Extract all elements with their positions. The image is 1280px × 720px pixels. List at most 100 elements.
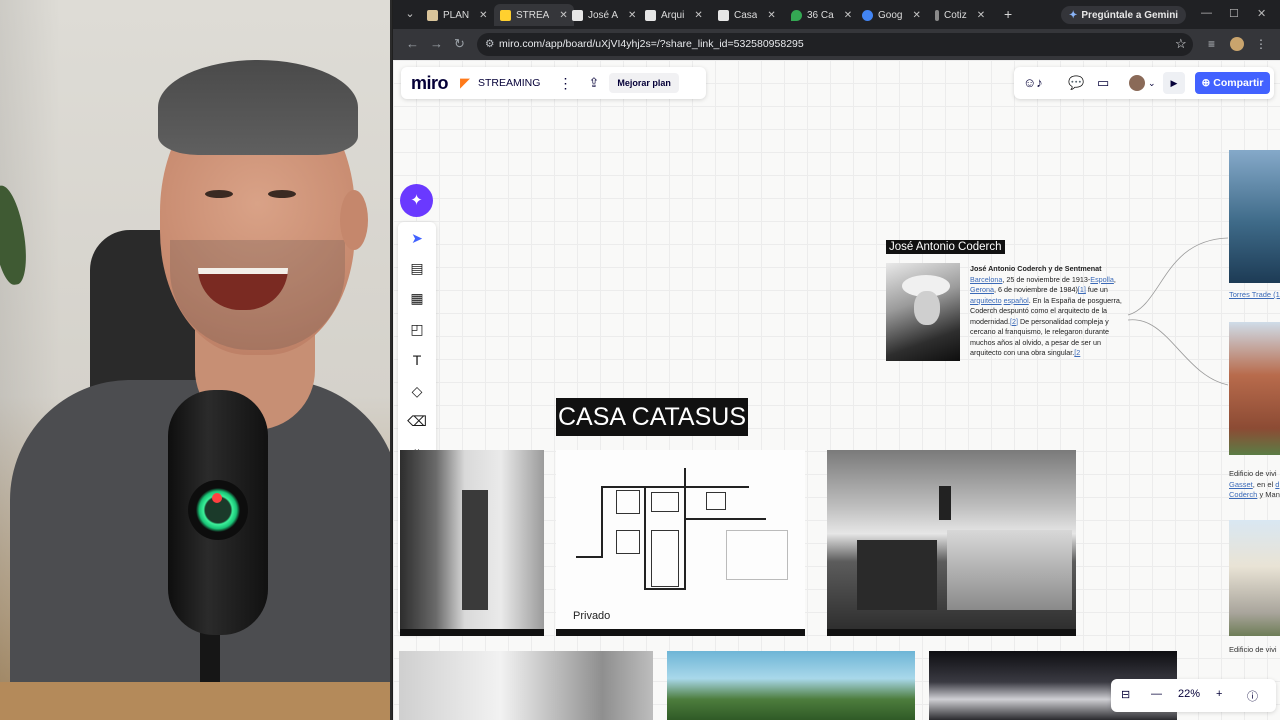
minimize-icon[interactable]: — [1201, 7, 1212, 19]
url-field[interactable]: ⚙ miro.com/app/board/uXjVI4yhj2s=/?share_… [477, 33, 1193, 56]
zoom-controls: ⊟ — 22% + ⓘ [1111, 679, 1276, 712]
close-tab-icon[interactable]: ✕ [628, 10, 636, 21]
close-tab-icon[interactable]: ✕ [977, 10, 985, 21]
tab-6[interactable]: 36 Ca ✕ [791, 4, 852, 26]
tab-label: José A [588, 9, 619, 21]
bio-text: , 25 de noviembre de 1913- [1002, 274, 1091, 284]
bio-ref-3[interactable]: [2 [1074, 348, 1080, 357]
zoom-out-button[interactable]: — [1151, 688, 1162, 700]
coderch-bio[interactable]: José Antonio Coderch y de Sentmenat Barc… [970, 264, 1125, 359]
coderch-title[interactable]: José Antonio Coderch [886, 240, 1005, 254]
help-icon[interactable]: ⓘ [1247, 688, 1258, 704]
fit-to-screen-icon[interactable]: ⊟ [1121, 688, 1130, 701]
close-tab-icon[interactable]: ✕ [844, 10, 852, 21]
edificio-caption-line: Edificio de vivi [1229, 469, 1277, 478]
plan-wall [644, 486, 646, 589]
chevron-down-icon[interactable]: ⌄ [1148, 78, 1156, 89]
catasus-interior-photo[interactable] [400, 450, 544, 636]
tab-search-icon[interactable]: ⌄ [402, 6, 418, 22]
coderch-link[interactable]: Coderch [1229, 490, 1257, 499]
bio-text: , 6 de noviembre de 1984) [993, 285, 1078, 294]
video-call-icon[interactable]: ▭ [1097, 75, 1109, 91]
plan-room [616, 490, 640, 514]
bio-text: , [1113, 274, 1116, 284]
comments-icon[interactable]: 💬 [1068, 75, 1084, 91]
house-photo-garden[interactable] [667, 651, 915, 720]
ai-assistant-button[interactable]: ✦ [400, 184, 433, 217]
photo-chimney [939, 486, 951, 520]
tab-1[interactable]: PLAN ✕ [427, 4, 488, 26]
close-tab-icon[interactable]: ✕ [912, 10, 920, 21]
user-avatar[interactable] [1129, 75, 1145, 91]
coderch-portrait[interactable] [886, 263, 960, 361]
upgrade-plan-button[interactable]: Mejorar plan [609, 73, 679, 93]
bio-ref-2[interactable]: [2] [1010, 317, 1018, 326]
catasus-exterior-photo[interactable] [827, 450, 1076, 636]
close-tab-icon[interactable]: ✕ [479, 10, 487, 21]
plan-caption-bar [556, 629, 805, 636]
gasset-link[interactable]: Gasset [1229, 480, 1253, 489]
sticky-note-tool-icon[interactable]: ◰ [398, 321, 436, 338]
mic-mute-led [212, 493, 222, 503]
tab-8[interactable]: Cotiz ✕ [935, 4, 985, 26]
bio-link-barcelona[interactable]: Barcelona [970, 275, 1002, 284]
bio-link-espanol[interactable]: español [1004, 296, 1029, 305]
export-icon[interactable]: ⇪ [588, 75, 599, 91]
edificio-viviendas-photo-2[interactable] [1229, 520, 1280, 636]
bio-ref-1[interactable]: [1] [1078, 285, 1086, 294]
house-photo-bw[interactable] [399, 651, 653, 720]
bio-link-espolla[interactable]: Espolla [1090, 275, 1114, 284]
templates-tool-icon[interactable]: ▦ [398, 290, 436, 307]
miro-logo[interactable]: miro [411, 73, 449, 94]
tab-favicon [791, 9, 802, 21]
board-menu-icon[interactable]: ⋮ [558, 75, 572, 92]
maximize-icon[interactable]: ☐ [1229, 7, 1239, 20]
close-tab-icon[interactable]: ✕ [694, 10, 702, 21]
present-button[interactable]: ▶ [1163, 72, 1185, 94]
bookmark-star-icon[interactable]: ☆ [1175, 36, 1187, 52]
extensions-icon[interactable]: ≡ [1208, 37, 1222, 51]
text-tool-icon[interactable]: T [398, 352, 436, 368]
presenter-ear [340, 190, 368, 250]
tab-7[interactable]: Goog ✕ [862, 4, 921, 26]
eraser-tool-icon[interactable]: ⌫ [398, 413, 436, 430]
gemini-spark-icon: ✦ [1069, 9, 1078, 21]
zoom-in-button[interactable]: + [1216, 688, 1222, 700]
presenter-eye [268, 190, 296, 198]
close-tab-icon[interactable]: ✕ [559, 10, 567, 21]
plan-pool [726, 530, 788, 580]
close-tab-icon[interactable]: ✕ [767, 10, 775, 21]
edificio-viviendas-photo[interactable] [1229, 322, 1280, 455]
tab-favicon [645, 9, 656, 21]
tab-5[interactable]: Casa ✕ [718, 4, 776, 26]
tab-2-active[interactable]: STREA ✕ [494, 4, 574, 26]
browser-menu-icon[interactable]: ⋮ [1255, 37, 1269, 51]
shapes-tool-icon[interactable]: ◇ [398, 383, 436, 400]
edificio-caption-line: Coderch y Man [1229, 490, 1280, 501]
bio-link-gerona[interactable]: Gerona [970, 285, 994, 294]
notes-tool-icon[interactable]: ▤ [398, 260, 436, 277]
reload-icon[interactable]: ↻ [454, 36, 465, 52]
torres-trade-photo[interactable] [1229, 150, 1280, 283]
bio-link-arquitecto[interactable]: arquitecto [970, 296, 1002, 305]
back-icon[interactable]: ← [406, 36, 419, 51]
tab-bar: ⌄ PLAN ✕ STREA ✕ José A ✕ Arqui ✕ Casa ✕ 36 C… [393, 0, 1280, 29]
profile-avatar[interactable] [1230, 37, 1244, 51]
close-window-icon[interactable]: ✕ [1257, 7, 1266, 20]
select-tool-icon[interactable]: ➤ [398, 230, 436, 247]
catasus-floor-plan[interactable]: Privado [556, 450, 805, 636]
new-tab-button[interactable]: + [1004, 6, 1012, 22]
board-name[interactable]: STREAMING [478, 77, 540, 89]
zoom-level[interactable]: 22% [1178, 688, 1200, 700]
casa-catasus-title[interactable]: CASA CATASUS [556, 398, 749, 436]
reactions-icon[interactable]: ☺♪ [1023, 75, 1043, 90]
forward-icon[interactable]: → [430, 36, 443, 51]
gemini-button[interactable]: ✦ Pregúntale a Gemini [1061, 6, 1187, 24]
site-info-icon[interactable]: ⚙ [485, 33, 499, 56]
tab-4[interactable]: Arqui ✕ [645, 4, 703, 26]
connector-lines[interactable] [1123, 145, 1243, 395]
district-link[interactable]: d [1275, 480, 1279, 489]
tab-3[interactable]: José A ✕ [572, 4, 636, 26]
share-button[interactable]: ⊕ Compartir [1195, 72, 1270, 94]
torres-trade-link[interactable]: Torres Trade (19 [1229, 290, 1280, 299]
